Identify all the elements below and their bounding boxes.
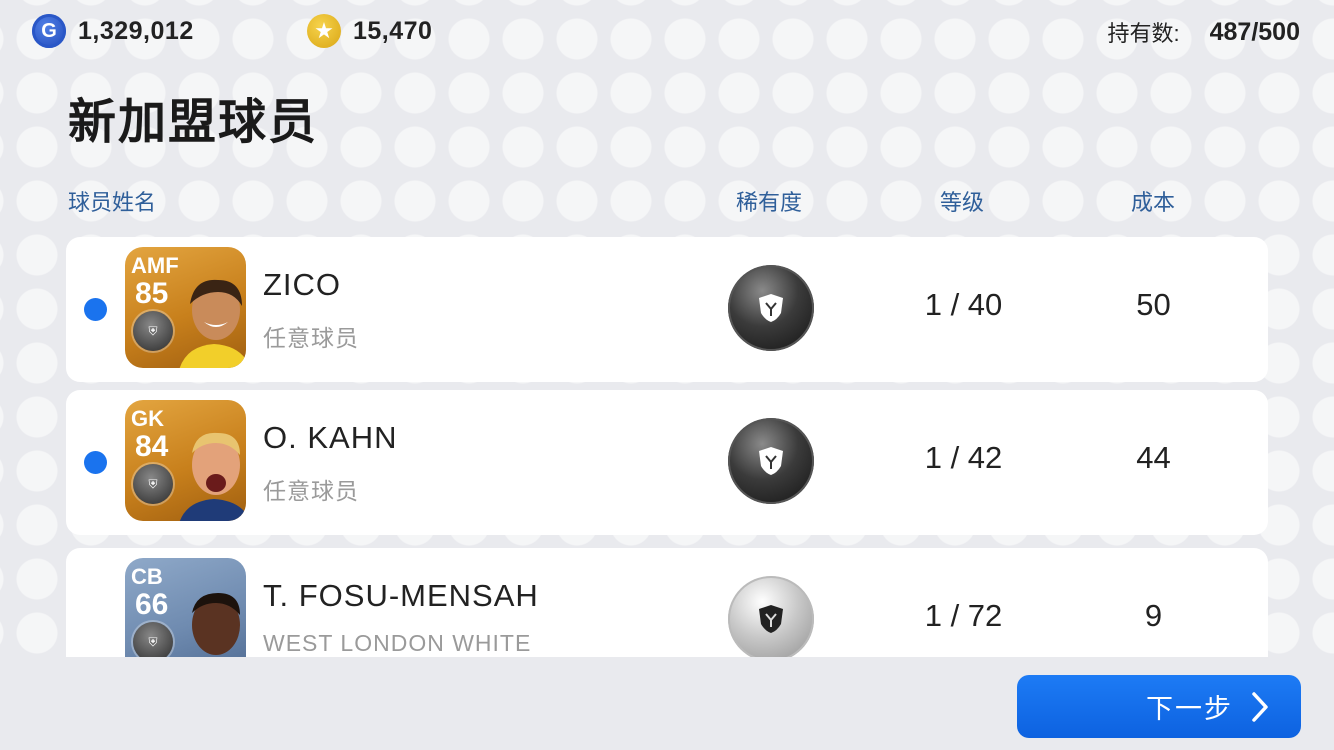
chevron-right-icon xyxy=(1252,691,1268,722)
page-title: 新加盟球员 xyxy=(68,96,319,149)
card-rating: 84 xyxy=(135,430,169,463)
card-rating: 85 xyxy=(135,277,169,310)
player-level: 1 / 42 xyxy=(924,440,1003,475)
black-ball-rarity-icon xyxy=(728,265,814,351)
player-subtitle: 任意球员 xyxy=(263,325,359,351)
new-indicator-dot xyxy=(84,451,107,474)
player-card[interactable]: GK 84 ⛨ xyxy=(125,400,246,521)
coin-balance: ★ 15,470 xyxy=(307,14,432,48)
club-badge-icon: ⛨ xyxy=(133,622,173,657)
player-name: T. FOSU-MENSAH xyxy=(263,578,539,613)
player-cost: 44 xyxy=(1136,440,1171,475)
card-rating: 66 xyxy=(135,588,169,621)
silver-ball-rarity-icon xyxy=(728,576,814,657)
new-indicator-dot xyxy=(84,298,107,321)
top-bar: G 1,329,012 ★ 15,470 持有数: 487/500 xyxy=(0,0,1334,64)
coin-value: 15,470 xyxy=(353,16,433,45)
player-portrait-icon xyxy=(179,279,246,368)
player-subtitle: 任意球员 xyxy=(263,478,359,504)
player-row[interactable]: GK 84 ⛨ O. KAHN 任意球员 1 / 42 44 xyxy=(66,390,1268,535)
column-header-level: 等级 xyxy=(940,190,985,215)
player-card[interactable]: AMF 85 ⛨ xyxy=(125,247,246,368)
player-name: ZICO xyxy=(263,267,342,302)
player-row[interactable]: CB 66 ⛨ T. FOSU-MENSAH WEST LONDON WHITE… xyxy=(66,548,1268,657)
next-step-button[interactable]: 下一步 xyxy=(1017,675,1301,738)
player-name: O. KAHN xyxy=(263,420,398,455)
next-step-label: 下一步 xyxy=(1146,694,1233,724)
player-subtitle: WEST LONDON WHITE xyxy=(263,630,532,656)
player-list[interactable]: AMF 85 ⛨ ZICO 任意球员 1 / 40 50 GK 84 ⛨ O. … xyxy=(66,237,1268,657)
player-row[interactable]: AMF 85 ⛨ ZICO 任意球员 1 / 40 50 xyxy=(66,237,1268,382)
gp-coin-icon: G xyxy=(32,14,66,48)
column-header-cost: 成本 xyxy=(1131,190,1176,215)
gp-balance: G 1,329,012 xyxy=(32,14,194,48)
holding-value: 487/500 xyxy=(1209,17,1300,46)
card-position: CB xyxy=(131,564,163,589)
card-position: GK xyxy=(131,406,164,431)
column-header-rarity: 稀有度 xyxy=(736,190,803,215)
player-cost: 50 xyxy=(1136,287,1171,322)
player-cost: 9 xyxy=(1144,598,1163,633)
gp-value: 1,329,012 xyxy=(78,16,194,45)
club-badge-icon: ⛨ xyxy=(133,464,173,504)
holding-label: 持有数: xyxy=(1107,21,1180,46)
black-ball-rarity-icon xyxy=(728,418,814,504)
player-card[interactable]: CB 66 ⛨ xyxy=(125,558,246,657)
column-header-name: 球员姓名 xyxy=(68,190,157,215)
player-portrait-icon xyxy=(179,432,246,521)
club-badge-icon: ⛨ xyxy=(133,311,173,351)
star-coin-icon: ★ xyxy=(307,14,341,48)
player-level: 1 / 72 xyxy=(924,598,1003,633)
holding-count: 持有数: 487/500 xyxy=(1108,16,1301,48)
player-level: 1 / 40 xyxy=(924,287,1003,322)
card-position: AMF xyxy=(131,253,179,278)
player-portrait-icon xyxy=(192,593,240,655)
